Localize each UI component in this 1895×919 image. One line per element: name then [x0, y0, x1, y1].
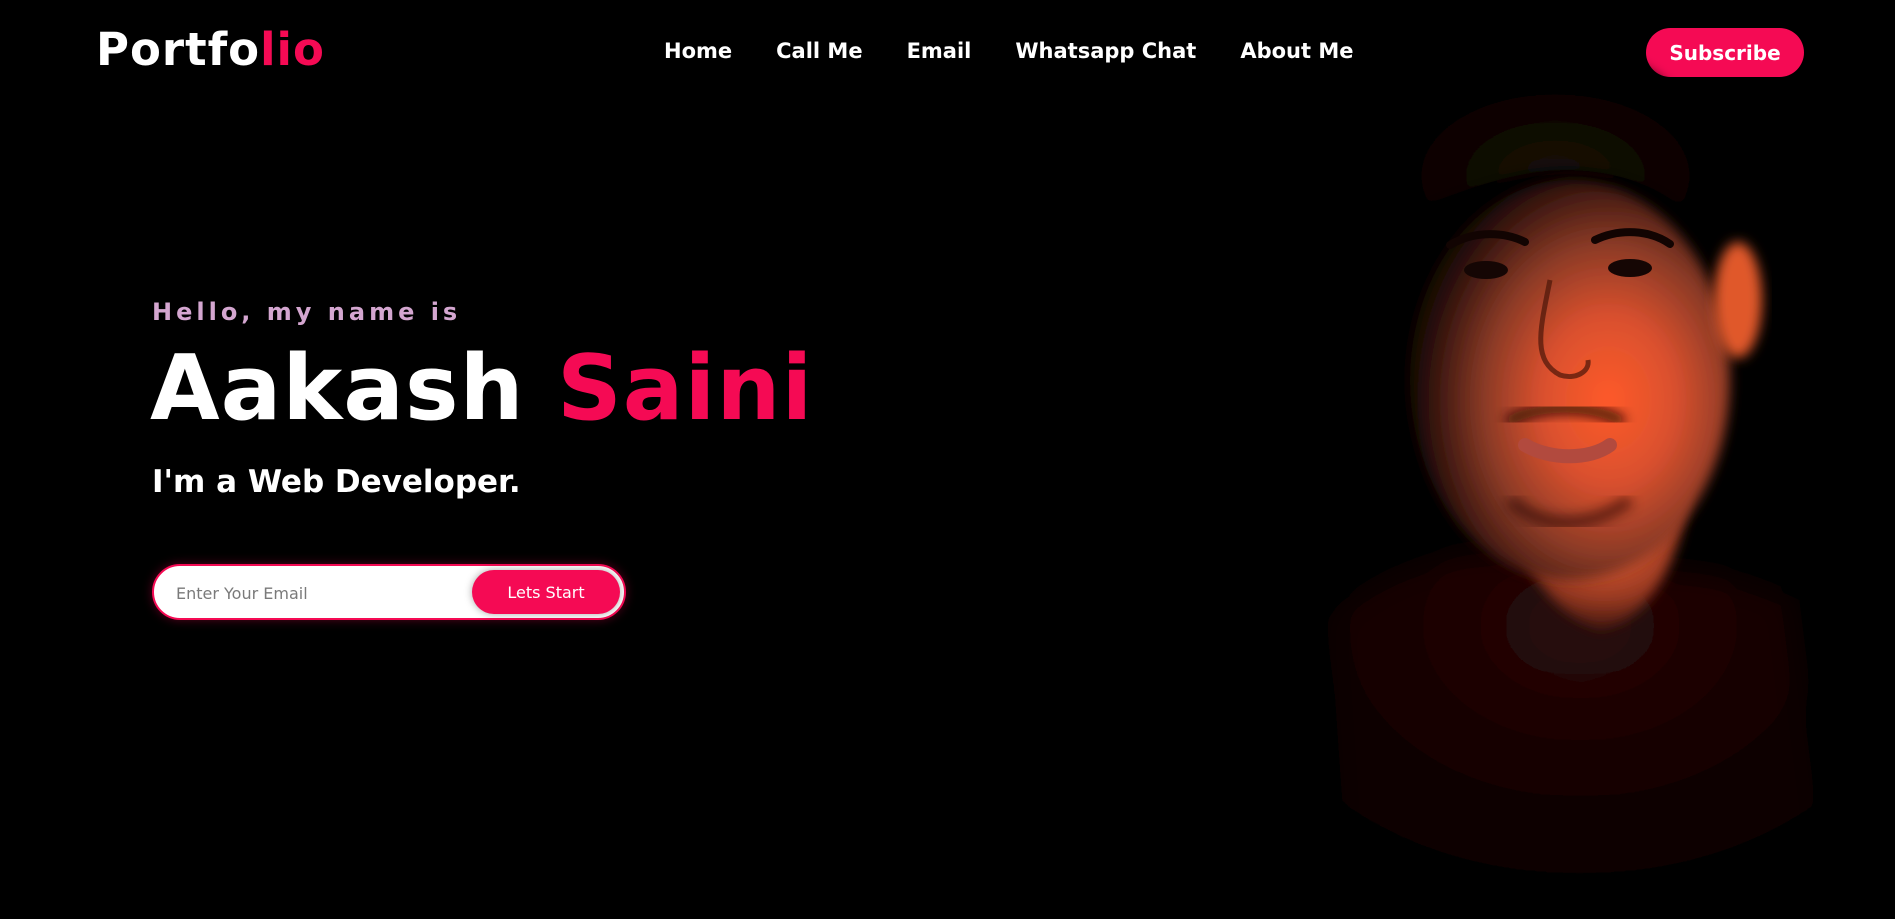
hero-name: Aakash Saini	[150, 336, 813, 442]
logo-accent-text: lio	[260, 23, 325, 76]
nav-call-me[interactable]: Call Me	[776, 36, 862, 66]
lets-start-button[interactable]: Lets Start	[472, 570, 620, 614]
logo[interactable]: Portfolio	[96, 22, 325, 78]
hero-first-name: Aakash	[150, 336, 525, 441]
email-signup-form: Lets Start	[152, 564, 626, 620]
nav-email[interactable]: Email	[907, 36, 972, 66]
main-nav: Home Call Me Email Whatsapp Chat About M…	[664, 36, 1353, 66]
nav-whatsapp-chat[interactable]: Whatsapp Chat	[1015, 36, 1196, 66]
hero-greeting: Hello, my name is	[152, 298, 462, 326]
logo-main-text: Portfo	[96, 23, 261, 76]
hero-role: I'm a Web Developer.	[152, 464, 521, 500]
hero-last-name: Saini	[556, 336, 814, 441]
portfolio-page: Portfolio Home Call Me Email Whatsapp Ch…	[0, 0, 1895, 919]
email-input[interactable]	[174, 566, 478, 620]
profile-portrait-image	[1330, 49, 1830, 919]
nav-home[interactable]: Home	[664, 36, 732, 66]
